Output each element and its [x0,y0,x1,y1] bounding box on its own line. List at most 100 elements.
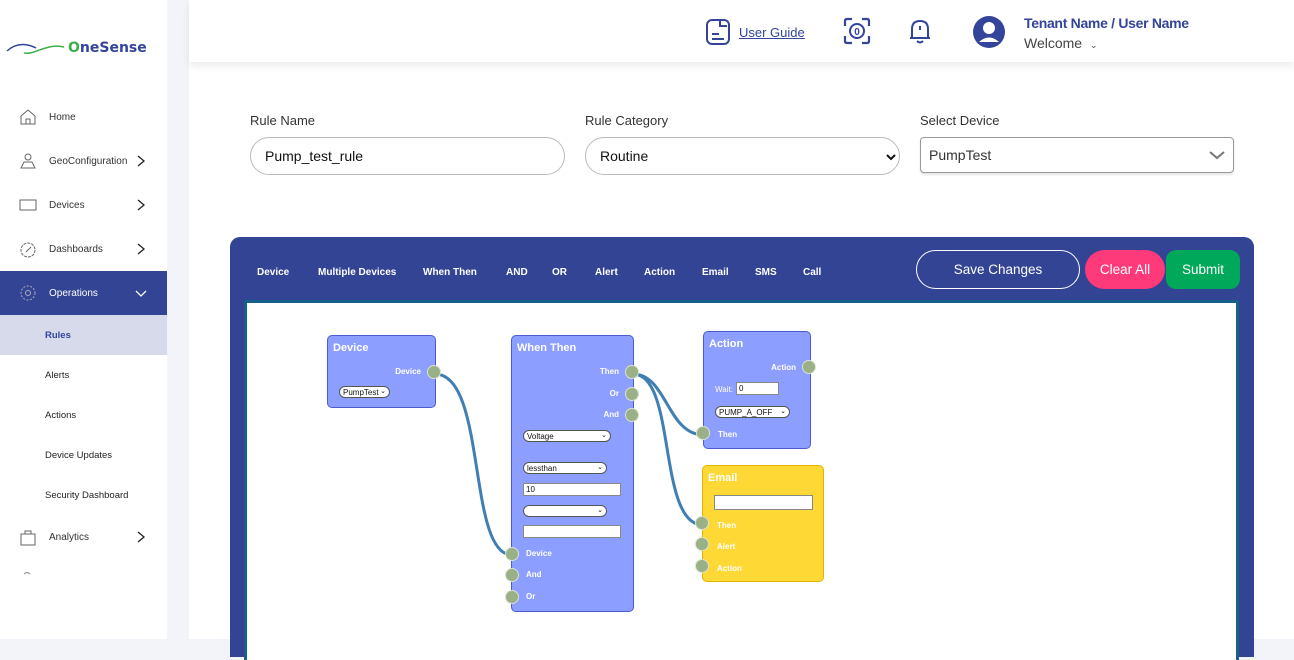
select-value: PumpTest [343,387,379,397]
chevron-right-icon [137,155,146,167]
port-label: Or [526,592,536,601]
toolbar-email[interactable]: Email [702,267,729,278]
port-label: Device [395,367,421,376]
user-guide-label: User Guide [739,24,805,40]
wait-input[interactable]: 0 [736,382,779,395]
port-label: And [603,410,619,419]
submit-button[interactable]: Submit [1166,250,1240,289]
device-input-port[interactable] [505,547,519,561]
toolbar-device[interactable]: Device [257,267,289,278]
sidebar-subitem-rules[interactable]: Rules [0,315,167,355]
sidebar-subitem-security-dashboard[interactable]: Security Dashboard [0,475,167,515]
user-guide-link[interactable]: User Guide [705,18,805,46]
operator-select[interactable]: lessthan ⌄ [523,462,607,474]
node-title: Device [333,342,369,354]
chevron-down-icon: ⌄ [597,507,603,514]
email-node[interactable]: Email Then Alert Action [702,465,824,582]
chevron-right-icon [137,531,146,543]
port-label: Then [718,430,738,439]
when-then-node[interactable]: When Then Then Or And Voltage ⌄ lessthan ⌄… [511,335,634,612]
rule-name-input[interactable]: Pump_test_rule [250,137,565,175]
chevron-down-icon [1209,151,1225,160]
sidebar-item-home[interactable]: Home [0,95,167,139]
sidebar-item-operations[interactable]: Operations [0,271,167,315]
sidebar-item-dashboards[interactable]: Dashboards [0,227,167,271]
chevron-right-icon [137,199,146,211]
rule-canvas[interactable]: Device Device PumpTest ⌄ When Then Then O… [244,300,1239,660]
toolbar-action[interactable]: Action [644,267,675,278]
email-input[interactable] [714,495,813,510]
document-icon [706,19,730,45]
rule-category-select[interactable]: Routine [585,137,900,175]
and-output-port[interactable] [625,408,639,422]
top-bar: User Guide 0 Tenant Name / User Name Wel… [189,0,1294,62]
port-label: And [526,570,542,579]
sidebar-subitem-device-updates[interactable]: Device Updates [0,435,167,475]
sidebar-item-label: Home [49,111,76,123]
chevron-right-icon [137,243,146,255]
sidebar-subitem-alerts[interactable]: Alerts [0,355,167,395]
port-label: Action [771,363,796,372]
logo[interactable]: OneSense [6,40,147,56]
toolbar-and[interactable]: AND [506,267,528,278]
wave-logo-icon [6,43,65,54]
welcome-dropdown[interactable]: Welcome ⌄ [1024,35,1098,51]
sidebar-subitem-label: Alerts [45,369,70,381]
and-input-port[interactable] [505,568,519,582]
wire-then-to-email [632,372,704,527]
toolbar-call[interactable]: Call [803,267,821,278]
chevron-down-icon [886,154,896,161]
scan-badge-button[interactable]: 0 [842,16,872,46]
email-action-input-port[interactable] [695,559,709,573]
sidebar-item-geoconfiguration[interactable]: GeoConfiguration [0,139,167,183]
second-input[interactable] [523,525,621,538]
third-select[interactable]: ⌄ [523,505,607,517]
select-value: PUMP_A_OFF [719,407,773,417]
threshold-input[interactable]: 10 [523,483,621,496]
or-output-port[interactable] [625,387,639,401]
node-title: Email [708,472,738,484]
wire-then-to-action [632,372,705,437]
action-node[interactable]: Action Action Wait: 0 PUMP_A_OFF ⌄ Then [703,331,811,449]
chevron-down-icon: ⌄ [780,408,786,415]
action-select[interactable]: PUMP_A_OFF ⌄ [715,406,790,418]
action-output-port[interactable] [802,360,816,374]
user-name: Tenant Name / User Name [1024,15,1189,31]
port-label: Device [526,549,552,558]
email-then-input-port[interactable] [695,516,709,530]
toolbar-alert[interactable]: Alert [595,267,618,278]
scan-icon: 0 [843,17,871,45]
partial-icon [23,572,31,575]
sidebar-item-analytics[interactable]: Analytics [0,515,167,559]
toolbar-sms[interactable]: SMS [755,267,777,278]
device-output-port[interactable] [427,365,441,379]
then-output-port[interactable] [625,365,639,379]
toolbar-when-then[interactable]: When Then [423,267,477,278]
select-device-dropdown[interactable]: PumpTest [920,137,1234,173]
shopping-bag-icon [20,530,36,546]
notifications-button[interactable] [905,16,935,46]
port-label: Then [717,521,737,530]
sidebar-item-label: GeoConfiguration [49,155,128,167]
rule-category-value: Routine [600,148,649,164]
wait-label: Wait: [715,385,733,394]
select-value: Voltage [527,431,554,441]
select-value: lessthan [527,463,557,473]
logo-text: OneSense [68,40,147,56]
toolbar-or[interactable]: OR [552,267,567,278]
device-node-select[interactable]: PumpTest ⌄ [339,386,390,398]
parameter-select[interactable]: Voltage ⌄ [523,430,611,442]
action-then-input-port[interactable] [696,426,710,440]
rule-category-label: Rule Category [585,113,669,128]
device-node[interactable]: Device Device PumpTest ⌄ [327,335,436,408]
sidebar-item-devices[interactable]: Devices [0,183,167,227]
toolbar-multiple-devices[interactable]: Multiple Devices [318,267,396,278]
sidebar-item-label: Analytics [49,531,90,543]
email-alert-input-port[interactable] [695,537,709,551]
sidebar-item-label: Operations [49,287,98,299]
or-input-port[interactable] [505,590,519,604]
sidebar-subitem-actions[interactable]: Actions [0,395,167,435]
save-changes-button[interactable]: Save Changes [916,250,1080,289]
gear-icon [20,285,36,301]
clear-all-button[interactable]: Clear All [1085,250,1165,289]
